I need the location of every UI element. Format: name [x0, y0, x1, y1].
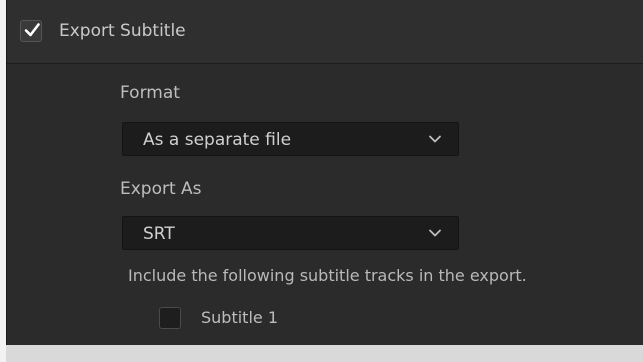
subtitle-1-label[interactable]: Subtitle 1 [201, 307, 278, 329]
export-subtitle-header: Export Subtitle [7, 0, 643, 64]
export-subtitle-checkbox[interactable] [20, 20, 42, 42]
format-dropdown[interactable]: As a separate file [122, 122, 459, 156]
export-as-dropdown[interactable]: SRT [122, 216, 459, 250]
format-label: Format [120, 83, 180, 103]
format-dropdown-value: As a separate file [143, 130, 292, 150]
export-subtitle-panel: Export Subtitle Format As a separate fil… [6, 0, 643, 345]
chevron-down-icon [429, 135, 441, 143]
export-subtitle-title[interactable]: Export Subtitle [59, 20, 186, 42]
check-icon [24, 23, 40, 37]
subtitle-1-checkbox[interactable] [159, 307, 181, 329]
export-as-dropdown-value: SRT [143, 224, 175, 244]
chevron-down-icon [429, 229, 441, 237]
panel-bottom-edge [6, 345, 643, 362]
export-as-label: Export As [120, 179, 202, 199]
include-tracks-description: Include the following subtitle tracks in… [128, 266, 527, 285]
